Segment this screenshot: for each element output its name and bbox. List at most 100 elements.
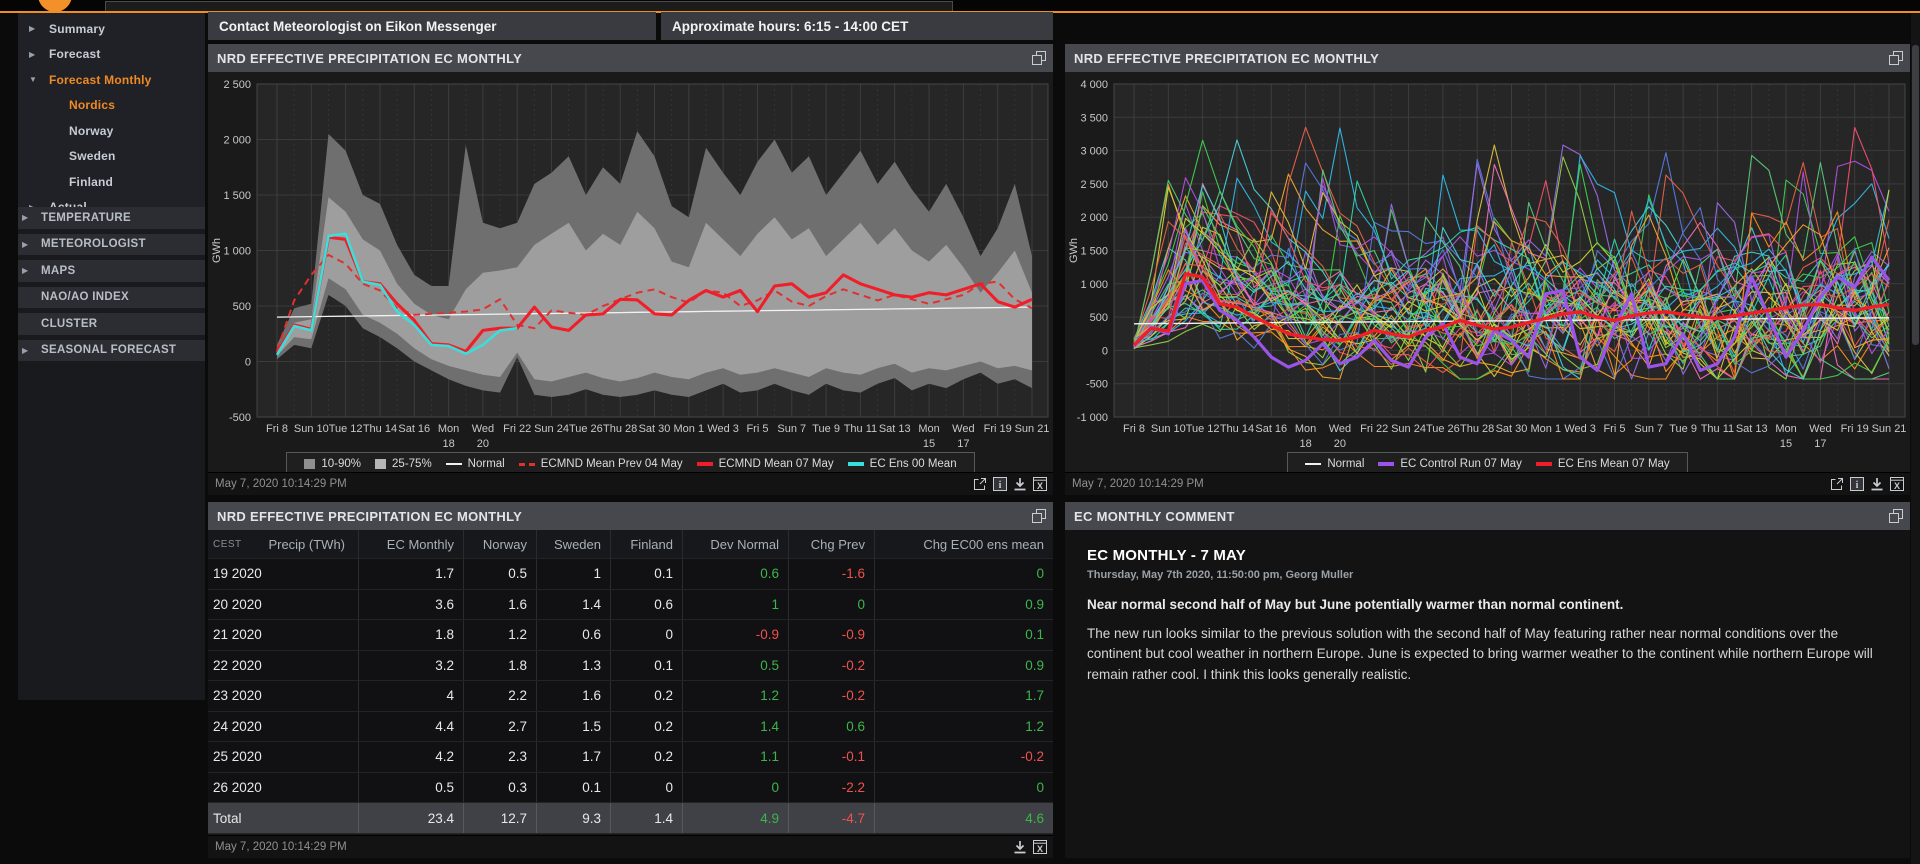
legend-swatch	[519, 463, 535, 466]
svg-text:Sat 16: Sat 16	[398, 423, 430, 435]
chevron-right-icon[interactable]: ▶	[22, 240, 32, 249]
legend-item-ecmnd-mean-07-may[interactable]: ECMND Mean 07 May	[697, 458, 834, 470]
cell: 1.6	[536, 681, 610, 711]
chart-footer-icons: iX	[973, 477, 1047, 491]
sidebar-section-cluster[interactable]: CLUSTER	[18, 313, 205, 335]
legend-item-ec-ens-mean-07-may[interactable]: EC Ens Mean 07 May	[1536, 458, 1670, 470]
sidebar-sections: ▶TEMPERATURE ▶METEOROLOGIST ▶MAPS NAO/AO IN…	[18, 207, 205, 366]
precip-table-panel: NRD EFFECTIVE PRECIPITATION EC MONTHLY C…	[208, 502, 1053, 858]
svg-text:Mon: Mon	[438, 423, 459, 435]
legend-label: Normal	[468, 458, 505, 470]
svg-text:Fri 8: Fri 8	[266, 423, 288, 435]
sidebar-section-maps[interactable]: ▶MAPS	[18, 260, 205, 282]
legend-item-25-75[interactable]: 25-75%	[375, 458, 432, 470]
chevron-right-icon[interactable]: ▶	[22, 346, 32, 355]
column-header-finland[interactable]: Finland	[610, 530, 682, 558]
cell: -0.9	[788, 620, 874, 650]
fan-chart-panel-title: NRD EFFECTIVE PRECIPITATION EC MONTHLY	[217, 51, 522, 66]
export-icon[interactable]	[973, 477, 987, 491]
chevron-right-icon[interactable]: ▶	[29, 24, 39, 33]
legend-item-ec-control-run-07-may[interactable]: EC Control Run 07 May	[1378, 458, 1521, 470]
comment-lead: Near normal second half of May but June …	[1087, 597, 1888, 612]
chevron-right-icon[interactable]: ▶	[29, 50, 39, 59]
cell: 0	[874, 559, 1053, 589]
info-icon[interactable]: i	[993, 477, 1007, 491]
download-icon[interactable]	[1870, 477, 1884, 491]
table-row: 21 20201.81.20.60-0.9-0.90.1	[208, 620, 1053, 651]
chevron-right-icon[interactable]: ▶	[22, 213, 32, 222]
sidebar-item-nordics[interactable]: Nordics	[18, 93, 205, 119]
comment-panel-titlebar: EC MONTHLY COMMENT	[1065, 502, 1910, 530]
sidebar-item-norway[interactable]: Norway	[18, 118, 205, 144]
popout-icon[interactable]	[1032, 509, 1046, 523]
column-header-sweden[interactable]: Sweden	[536, 530, 610, 558]
sidebar-item-finland[interactable]: Finland	[18, 169, 205, 195]
chevron-right-icon[interactable]: ▶	[22, 266, 32, 275]
column-header-chg-ec00-ens-mean[interactable]: Chg EC00 ens mean	[874, 530, 1053, 558]
sidebar-item-forecast-monthly[interactable]: ▼Forecast Monthly	[18, 67, 205, 93]
sidebar-section-seasonal-forecast[interactable]: ▶SEASONAL FORECAST	[18, 340, 205, 362]
legend-swatch	[697, 462, 713, 466]
row-label: 20 2020	[208, 590, 358, 620]
svg-text:i: i	[999, 480, 1002, 491]
excel-icon[interactable]: X	[1033, 477, 1047, 491]
svg-text:Tue 12: Tue 12	[1186, 423, 1220, 435]
cell: 0.1	[874, 620, 1053, 650]
popout-icon[interactable]	[1032, 51, 1046, 65]
info-icon[interactable]: i	[1850, 477, 1864, 491]
svg-text:X: X	[1037, 844, 1043, 854]
cell: 1.4	[536, 590, 610, 620]
cell: 1.7	[874, 681, 1053, 711]
svg-text:Wed 3: Wed 3	[1564, 423, 1596, 435]
cell: 0.6	[788, 712, 874, 742]
column-header-chg-prev[interactable]: Chg Prev	[788, 530, 874, 558]
approximate-hours-label: Approximate hours: 6:15 - 14:00 CET	[672, 19, 908, 34]
sidebar-item-summary[interactable]: ▶Summary	[18, 16, 205, 42]
cell: 9.3	[536, 803, 610, 833]
sidebar-section-meteorologist[interactable]: ▶METEOROLOGIST	[18, 234, 205, 256]
cell: 1	[536, 559, 610, 589]
svg-text:Fri 5: Fri 5	[746, 423, 768, 435]
comment-text: The new run looks similar to the previou…	[1087, 624, 1888, 685]
titlebar-inset	[105, 1, 953, 11]
legend-item-ecmnd-mean-prev-04-may[interactable]: ECMND Mean Prev 04 May	[519, 458, 683, 470]
legend-item-ec-ens-00-mean[interactable]: EC Ens 00 Mean	[848, 458, 957, 470]
cell: 0.1	[536, 773, 610, 803]
column-header-ec-monthly[interactable]: EC Monthly	[358, 530, 463, 558]
svg-text:Wed: Wed	[472, 423, 494, 435]
popout-icon[interactable]	[1889, 509, 1903, 523]
svg-text:Thu 14: Thu 14	[363, 423, 397, 435]
sidebar-item-sweden[interactable]: Sweden	[18, 144, 205, 170]
svg-text:Sat 13: Sat 13	[879, 423, 911, 435]
popout-icon[interactable]	[1889, 51, 1903, 65]
legend-item-normal[interactable]: Normal	[1305, 458, 1364, 470]
svg-text:Fri 22: Fri 22	[1360, 423, 1388, 435]
svg-text:500: 500	[233, 301, 251, 313]
cell: 0.2	[610, 712, 682, 742]
excel-icon[interactable]: X	[1890, 477, 1904, 491]
sidebar-section-temperature[interactable]: ▶TEMPERATURE	[18, 207, 205, 229]
cell: 0.5	[682, 651, 788, 681]
download-icon[interactable]	[1013, 477, 1027, 491]
svg-text:Fri 19: Fri 19	[984, 423, 1012, 435]
legend-item-10-90[interactable]: 10-90%	[304, 458, 361, 470]
column-header-dev-normal[interactable]: Dev Normal	[682, 530, 788, 558]
svg-text:0: 0	[1102, 345, 1108, 357]
svg-text:Sun 7: Sun 7	[777, 423, 806, 435]
cell: 4.4	[358, 712, 463, 742]
download-icon[interactable]	[1013, 840, 1027, 854]
sidebar-item-forecast[interactable]: ▶Forecast	[18, 42, 205, 68]
export-icon[interactable]	[1830, 477, 1844, 491]
sidebar-inner: ▶Summary▶Forecast▼Forecast MonthlyNordic…	[18, 13, 205, 700]
svg-text:Fri 19: Fri 19	[1841, 423, 1869, 435]
legend-label: 10-90%	[321, 458, 361, 470]
column-header-norway[interactable]: Norway	[463, 530, 536, 558]
excel-icon[interactable]: X	[1033, 840, 1047, 854]
cell: 1.4	[682, 712, 788, 742]
chevron-down-icon[interactable]: ▼	[29, 75, 39, 84]
ensemble-chart-panel-titlebar: NRD EFFECTIVE PRECIPITATION EC MONTHLY	[1065, 44, 1910, 72]
scrollbar-thumb[interactable]	[1912, 45, 1919, 345]
legend-label: EC Control Run 07 May	[1400, 458, 1521, 470]
legend-item-normal[interactable]: Normal	[446, 458, 505, 470]
sidebar-section-nao-ao-index[interactable]: NAO/AO INDEX	[18, 287, 205, 309]
